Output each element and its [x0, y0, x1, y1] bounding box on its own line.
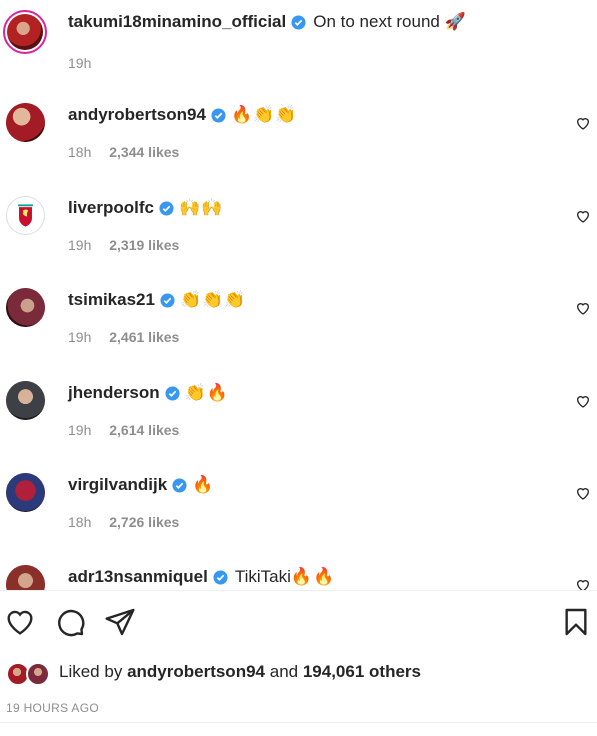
verified-badge-icon [213, 569, 228, 585]
avatar[interactable] [6, 381, 45, 420]
comment-line: virgilvandijk 🔥 [68, 475, 214, 495]
username[interactable]: jhenderson [68, 383, 160, 403]
comment-emoji: 👏👏👏 [179, 290, 247, 310]
comments-scroll[interactable]: takumi18minamino_official On to next rou… [0, 0, 597, 590]
avatar[interactable] [6, 565, 45, 590]
caption-time: 19h [68, 55, 91, 71]
comment-meta: 18h 2,726 likes [68, 514, 179, 530]
comment-meta: 19h 2,461 likes [68, 329, 179, 345]
post-timestamp[interactable]: 19 HOURS AGO [6, 701, 99, 715]
time-label: 19h [68, 55, 92, 71]
liked-count[interactable]: 194,061 others [303, 662, 421, 681]
comment-line: tsimikas21 👏👏👏 [68, 290, 246, 310]
time-label[interactable]: 18h [68, 514, 91, 530]
liked-user[interactable]: andyrobertson94 [127, 662, 265, 681]
comment-item: jhenderson 👏🔥 19h 2,614 likes [0, 369, 597, 461]
caption-text: On to next round [313, 12, 440, 31]
avatar[interactable] [6, 288, 45, 327]
avatar[interactable] [3, 10, 47, 54]
verified-badge-icon [159, 200, 174, 216]
time-label[interactable]: 19h [68, 237, 91, 253]
caption-line: takumi18minamino_official On to next rou… [68, 12, 467, 32]
time-label[interactable]: 18h [68, 144, 91, 160]
comment-emoji: 🙌🙌 [178, 198, 224, 218]
comment-line: jhenderson 👏🔥 [68, 383, 229, 403]
comment-meta: 19h 2,319 likes [68, 237, 179, 253]
liked-prefix: Liked by [59, 662, 123, 681]
verified-badge-icon [165, 385, 180, 401]
username[interactable]: andyrobertson94 [68, 105, 206, 125]
verified-badge-icon [160, 292, 175, 308]
liverpool-crest-icon [18, 204, 33, 227]
username[interactable]: virgilvandijk [68, 475, 167, 495]
likes-count[interactable]: 2,614 likes [109, 422, 179, 438]
heart-icon[interactable] [575, 115, 591, 131]
caption: takumi18minamino_official On to next rou… [0, 0, 597, 92]
heart-icon[interactable] [575, 300, 591, 316]
heart-icon[interactable] [575, 485, 591, 501]
likes-count[interactable]: 2,344 likes [109, 144, 179, 160]
username[interactable]: takumi18minamino_official [68, 12, 286, 32]
avatar[interactable] [6, 473, 45, 512]
heart-icon[interactable] [575, 208, 591, 224]
comment-meta: 18h 2,344 likes [68, 144, 179, 160]
heart-icon[interactable] [4, 606, 36, 638]
likes-count[interactable]: 2,319 likes [109, 237, 179, 253]
liked-by-text: Liked by andyrobertson94 and 194,061 oth… [59, 662, 421, 682]
time-label[interactable]: 19h [68, 329, 91, 345]
comment-emoji: 🔥🔥 [290, 567, 336, 587]
username[interactable]: liverpoolfc [68, 198, 154, 218]
comment-line: adr13nsanmiquel TikiTaki 🔥🔥 [68, 567, 335, 587]
comment-line: andyrobertson94 🔥👏👏 [68, 105, 297, 125]
username[interactable]: adr13nsanmiquel [68, 567, 208, 587]
likes-count[interactable]: 2,726 likes [109, 514, 179, 530]
comment-meta: 19h 2,614 likes [68, 422, 179, 438]
divider [0, 722, 597, 723]
heart-icon[interactable] [575, 577, 591, 590]
caption-emoji: 🚀 [444, 12, 468, 32]
bookmark-icon[interactable] [560, 606, 592, 638]
comment-item: adr13nsanmiquel TikiTaki 🔥🔥 [0, 553, 597, 590]
paper-plane-icon[interactable] [104, 606, 136, 638]
verified-badge-icon [291, 14, 306, 30]
comment-emoji: 🔥 [192, 475, 215, 495]
comment-item: virgilvandijk 🔥 18h 2,726 likes [0, 461, 597, 553]
comment-line: liverpoolfc 🙌🙌 [68, 198, 223, 218]
comment-emoji: 👏🔥 [184, 383, 229, 403]
liked-middle: and [269, 662, 299, 681]
time-label[interactable]: 19h [68, 422, 91, 438]
avatar[interactable] [26, 662, 50, 686]
action-bar [0, 606, 597, 642]
avatar[interactable] [6, 196, 45, 235]
verified-badge-icon [211, 107, 226, 123]
comment-emoji: 🔥👏👏 [230, 105, 298, 125]
comment-item: tsimikas21 👏👏👏 19h 2,461 likes [0, 276, 597, 368]
divider [0, 590, 597, 591]
verified-badge-icon [172, 477, 187, 493]
comment-item: liverpoolfc 🙌🙌 19h 2,319 likes [0, 184, 597, 276]
liked-by: Liked by andyrobertson94 and 194,061 oth… [6, 660, 586, 688]
username[interactable]: tsimikas21 [68, 290, 155, 310]
likes-count[interactable]: 2,461 likes [109, 329, 179, 345]
comment-icon[interactable] [54, 606, 86, 638]
heart-icon[interactable] [575, 393, 591, 409]
avatar[interactable] [6, 103, 45, 142]
comment-text: TikiTaki [234, 567, 291, 586]
comment-item: andyrobertson94 🔥👏👏 18h 2,344 likes [0, 91, 597, 183]
